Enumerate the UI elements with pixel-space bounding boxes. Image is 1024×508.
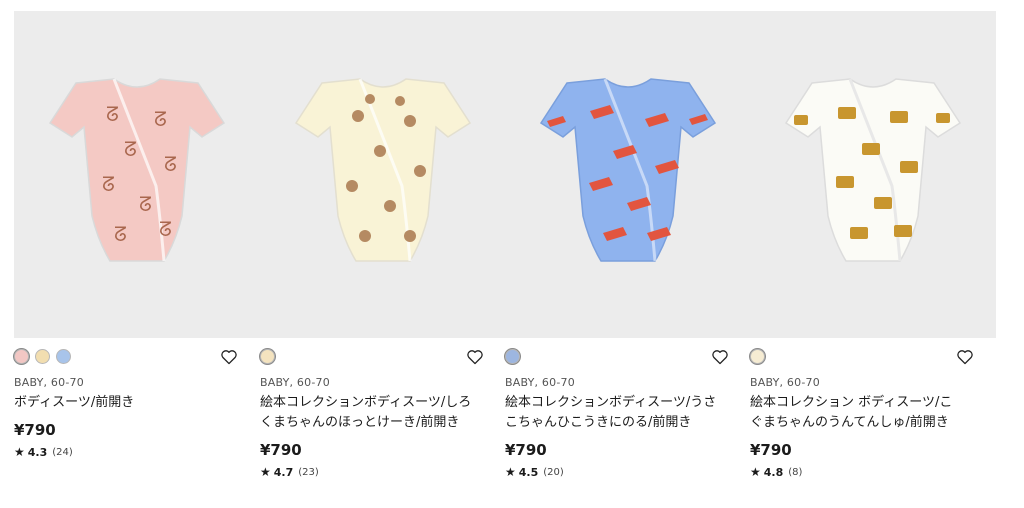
color-swatches — [14, 349, 71, 364]
product-card[interactable]: BABY, 60-70 絵本コレクションボディスーツ/うさこちゃんひこうきにのる… — [505, 11, 751, 479]
product-image[interactable]: ᘔᘔ ᘔᘔ ᘔᘔ ᘔᘔ — [14, 11, 260, 338]
product-rating: ★ 4.5 (20) — [505, 465, 751, 479]
bodysuit-shape — [784, 78, 962, 262]
product-card[interactable]: BABY, 60-70 絵本コレクション ボディスーツ/こぐまちゃんのうんてんし… — [750, 11, 996, 479]
product-category: BABY, 60-70 — [505, 376, 575, 389]
product-rating: ★ 4.3 (24) — [14, 445, 260, 459]
svg-text:ᘔ: ᘔ — [106, 102, 119, 126]
color-swatches — [750, 349, 765, 364]
product-card[interactable]: BABY, 60-70 絵本コレクションボディスーツ/しろくまちゃんのほっとけー… — [260, 11, 506, 479]
rating-score: 4.7 — [273, 465, 294, 479]
product-name[interactable]: ボディスーツ/前開き — [14, 393, 226, 413]
rating-score: 4.3 — [27, 445, 48, 459]
svg-text:ᘔ: ᘔ — [139, 192, 152, 216]
star-icon: ★ — [750, 465, 761, 479]
svg-text:ᘔ: ᘔ — [114, 222, 127, 246]
bodysuit-shape — [539, 78, 717, 262]
heart-outline-icon[interactable] — [956, 349, 974, 365]
review-count: (8) — [788, 466, 803, 478]
product-rating: ★ 4.7 (23) — [260, 465, 506, 479]
color-swatches — [505, 349, 520, 364]
color-swatch[interactable] — [750, 349, 765, 364]
review-count: (20) — [543, 466, 564, 478]
heart-outline-icon[interactable] — [711, 349, 729, 365]
product-image[interactable] — [750, 11, 996, 338]
product-grid: ᘔᘔ ᘔᘔ ᘔᘔ ᘔᘔ BABY, 60-70 ボディスーツ/前開き ¥790 … — [0, 0, 1024, 508]
product-category: BABY, 60-70 — [14, 376, 84, 389]
svg-text:ᘔ: ᘔ — [154, 107, 167, 131]
star-icon: ★ — [505, 465, 516, 479]
color-swatches — [260, 349, 275, 364]
rating-score: 4.8 — [763, 465, 784, 479]
color-swatch[interactable] — [505, 349, 520, 364]
star-icon: ★ — [260, 465, 271, 479]
product-name[interactable]: 絵本コレクション ボディスーツ/こぐまちゃんのうんてんしゅ/前開き — [750, 393, 962, 433]
rating-score: 4.5 — [518, 465, 539, 479]
bodysuit-shape — [294, 78, 472, 262]
heart-outline-icon[interactable] — [220, 349, 238, 365]
product-price: ¥790 — [750, 441, 792, 459]
svg-text:ᘔ: ᘔ — [159, 217, 172, 241]
product-image[interactable] — [505, 11, 751, 338]
svg-text:ᘔ: ᘔ — [124, 137, 137, 161]
product-image[interactable] — [260, 11, 506, 338]
bodysuit-shape — [48, 78, 226, 262]
svg-text:ᘔ: ᘔ — [102, 172, 115, 196]
heart-outline-icon[interactable] — [466, 349, 484, 365]
review-count: (24) — [52, 446, 73, 458]
color-swatch[interactable] — [56, 349, 71, 364]
product-category: BABY, 60-70 — [750, 376, 820, 389]
color-swatch[interactable] — [260, 349, 275, 364]
svg-text:ᘔ: ᘔ — [164, 152, 177, 176]
product-category: BABY, 60-70 — [260, 376, 330, 389]
product-price: ¥790 — [14, 421, 56, 439]
review-count: (23) — [298, 466, 319, 478]
product-name[interactable]: 絵本コレクションボディスーツ/しろくまちゃんのほっとけーき/前開き — [260, 393, 472, 433]
product-rating: ★ 4.8 (8) — [750, 465, 996, 479]
color-swatch[interactable] — [35, 349, 50, 364]
product-price: ¥790 — [260, 441, 302, 459]
product-card[interactable]: ᘔᘔ ᘔᘔ ᘔᘔ ᘔᘔ BABY, 60-70 ボディスーツ/前開き ¥790 … — [14, 11, 260, 459]
color-swatch[interactable] — [14, 349, 29, 364]
product-name[interactable]: 絵本コレクションボディスーツ/うさこちゃんひこうきにのる/前開き — [505, 393, 717, 433]
product-price: ¥790 — [505, 441, 547, 459]
star-icon: ★ — [14, 445, 25, 459]
